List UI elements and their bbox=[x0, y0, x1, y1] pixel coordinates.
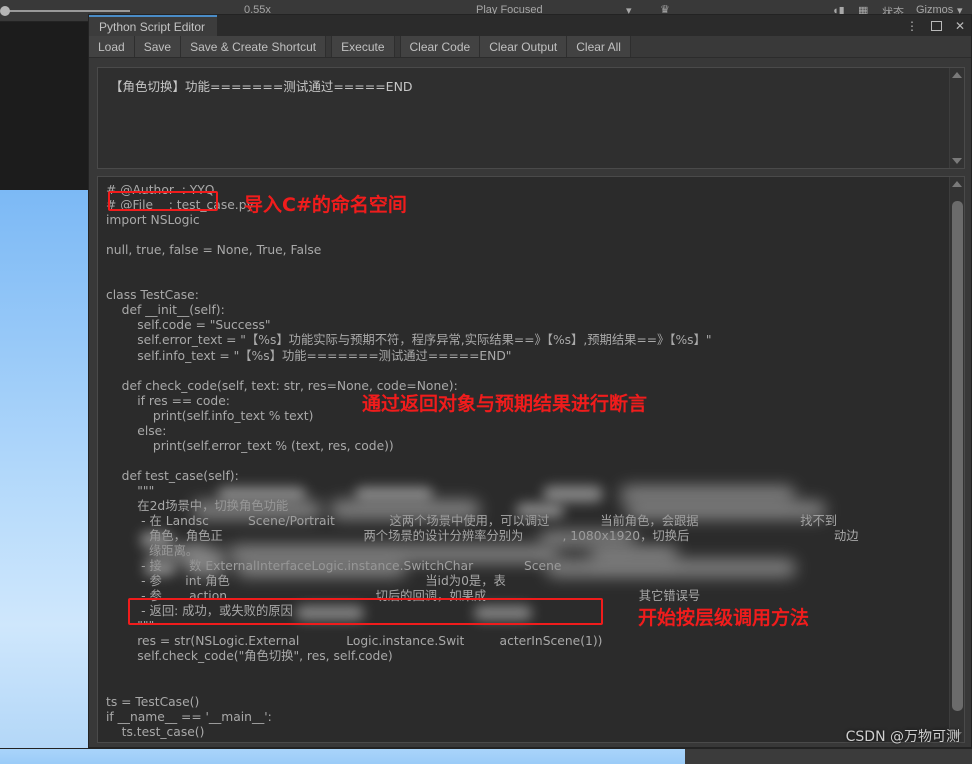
unity-bottom-bar bbox=[0, 748, 972, 764]
output-pane[interactable]: 【角色切换】功能=======测试通过=====END bbox=[97, 67, 965, 169]
python-script-editor-window: Python Script Editor ⋮ ✕ Load Save Save … bbox=[88, 14, 972, 748]
unity-left-panel bbox=[0, 22, 88, 764]
toolbar-filler bbox=[631, 36, 971, 57]
unity-bottom-scene-strip bbox=[0, 749, 685, 764]
window-tab-bar: Python Script Editor ⋮ ✕ bbox=[89, 15, 971, 36]
output-scrollbar[interactable] bbox=[949, 68, 964, 168]
csdn-watermark: CSDN @万物可测 bbox=[846, 726, 960, 746]
annotation-text-import: 导入C#的命名空间 bbox=[244, 190, 407, 217]
slider-knob[interactable] bbox=[0, 6, 10, 16]
scroll-down-icon[interactable] bbox=[952, 158, 962, 164]
window-menu-icon[interactable]: ⋮ bbox=[906, 20, 918, 32]
tab-label: Python Script Editor bbox=[99, 20, 205, 34]
code-text: # @Author : YYQ # @File : test_case.py i… bbox=[106, 183, 949, 740]
maximize-icon[interactable] bbox=[931, 21, 942, 31]
code-scroll-up-icon[interactable] bbox=[952, 181, 962, 187]
save-create-shortcut-button[interactable]: Save & Create Shortcut bbox=[181, 36, 326, 57]
slider-track bbox=[8, 10, 130, 12]
unity-scene-view[interactable] bbox=[0, 190, 88, 764]
code-scroll-thumb[interactable] bbox=[952, 201, 963, 711]
screenshot-root: 0.55x Play Focused ▾ ♛ ◖▮ ▦ 状态 Gizmos ▾ … bbox=[0, 0, 972, 764]
output-text: 【角色切换】功能=======测试通过=====END bbox=[98, 68, 949, 168]
clear-all-button[interactable]: Clear All bbox=[567, 36, 631, 57]
code-scrollbar[interactable] bbox=[949, 177, 964, 742]
annotation-text-call: 开始按层级调用方法 bbox=[638, 603, 809, 630]
editor-toolbar: Load Save Save & Create Shortcut Execute… bbox=[89, 36, 971, 58]
clear-output-button[interactable]: Clear Output bbox=[480, 36, 567, 57]
code-area[interactable]: # @Author : YYQ # @File : test_case.py i… bbox=[98, 177, 949, 742]
load-button[interactable]: Load bbox=[89, 36, 135, 57]
close-icon[interactable]: ✕ bbox=[955, 20, 965, 32]
execute-button[interactable]: Execute bbox=[331, 36, 394, 57]
window-controls: ⋮ ✕ bbox=[906, 15, 965, 36]
tab-python-script-editor[interactable]: Python Script Editor bbox=[89, 15, 217, 36]
save-button[interactable]: Save bbox=[135, 36, 181, 57]
clear-code-button[interactable]: Clear Code bbox=[400, 36, 481, 57]
scroll-up-icon[interactable] bbox=[952, 72, 962, 78]
code-editor-pane[interactable]: # @Author : YYQ # @File : test_case.py i… bbox=[97, 176, 965, 743]
annotation-text-assert: 通过返回对象与预期结果进行断言 bbox=[362, 389, 647, 416]
